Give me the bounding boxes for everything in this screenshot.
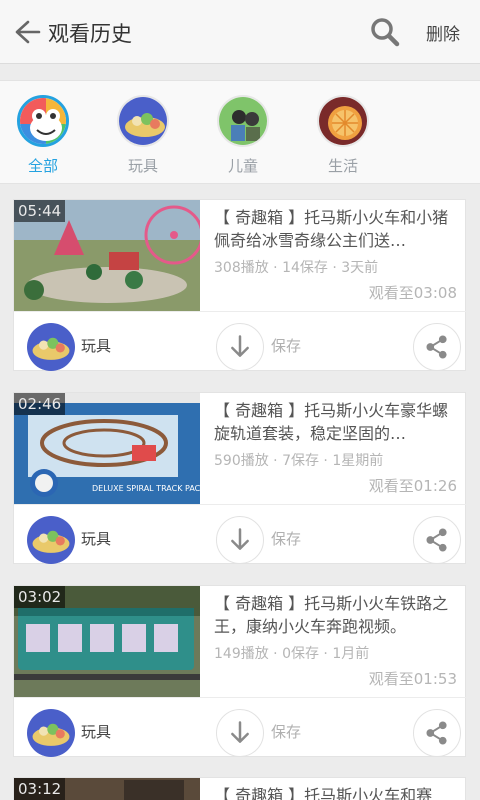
delete-button[interactable]: 删除 bbox=[426, 20, 460, 45]
video-meta: 149播放 · 0保存 · 1月前 bbox=[214, 646, 370, 662]
video-card[interactable]: 03:02 【 奇趣箱 】托马斯小火车铁路之王，康纳小火车奔跑视频。 149播放… bbox=[13, 585, 467, 757]
category-kids[interactable]: 儿童 bbox=[208, 95, 278, 175]
download-button[interactable] bbox=[216, 709, 264, 757]
video-thumbnail[interactable]: DELUXE SPIRAL TRACK PACK 02:46 bbox=[14, 393, 200, 504]
category-all-icon bbox=[17, 95, 69, 147]
search-icon bbox=[371, 18, 400, 47]
search-button[interactable] bbox=[364, 14, 404, 50]
video-card[interactable]: DELUXE SPIRAL TRACK PACK 02:46 【 奇趣箱 】托马… bbox=[13, 392, 467, 564]
download-icon bbox=[231, 721, 249, 743]
video-title[interactable]: 【 奇趣箱 】托马斯小火车铁路之王，康纳小火车奔跑视频。 bbox=[214, 592, 460, 638]
watch-progress: 观看至01:26 bbox=[368, 477, 457, 495]
video-duration: 05:44 bbox=[14, 200, 66, 222]
category-toys-icon bbox=[117, 95, 169, 147]
video-meta: 308播放 · 14保存 · 3天前 bbox=[214, 260, 379, 276]
download-icon bbox=[231, 528, 249, 550]
category-filter-bar: 全部 玩具 儿童 生活 bbox=[0, 80, 480, 184]
category-label: 生活 bbox=[327, 157, 358, 175]
back-button[interactable] bbox=[8, 14, 44, 50]
share-button[interactable] bbox=[413, 323, 461, 371]
card-divider bbox=[14, 311, 467, 312]
toy-channel-icon bbox=[27, 709, 75, 757]
video-card[interactable]: 03:12 【 奇趣箱 】托马斯小火车和赛 bbox=[13, 777, 466, 800]
video-title[interactable]: 【 奇趣箱 】托马斯小火车豪华螺旋轨道套装，稳定坚固的… bbox=[214, 399, 460, 445]
channel-avatar[interactable] bbox=[27, 709, 75, 757]
save-label[interactable]: 保存 bbox=[271, 721, 301, 742]
card-divider bbox=[14, 697, 467, 698]
share-button[interactable] bbox=[413, 516, 461, 564]
download-button[interactable] bbox=[216, 323, 264, 371]
category-label: 全部 bbox=[27, 157, 58, 175]
video-thumbnail[interactable]: 03:12 bbox=[14, 778, 200, 800]
channel-avatar[interactable] bbox=[27, 323, 75, 371]
app-header: 观看历史 删除 bbox=[0, 0, 480, 64]
watch-progress: 观看至01:53 bbox=[368, 670, 457, 688]
category-life-icon bbox=[317, 95, 369, 147]
thumbnail-text: DELUXE SPIRAL TRACK PACK bbox=[92, 484, 200, 493]
video-card[interactable]: 05:44 【 奇趣箱 】托马斯小火车和小猪佩奇给冰雪奇缘公主们送… 308播放… bbox=[13, 199, 467, 371]
category-label: 儿童 bbox=[227, 157, 258, 175]
video-duration: 03:02 bbox=[14, 586, 66, 608]
video-meta: 590播放 · 7保存 · 1星期前 bbox=[214, 453, 384, 469]
video-duration: 03:12 bbox=[14, 778, 66, 800]
category-kids-icon bbox=[217, 95, 269, 147]
share-icon bbox=[426, 335, 447, 359]
channel-name[interactable]: 玩具 bbox=[81, 721, 111, 742]
save-label[interactable]: 保存 bbox=[271, 335, 301, 356]
channel-name[interactable]: 玩具 bbox=[81, 335, 111, 356]
category-life[interactable]: 生活 bbox=[308, 95, 378, 175]
channel-avatar[interactable] bbox=[27, 516, 75, 564]
download-icon bbox=[231, 335, 249, 357]
video-duration: 02:46 bbox=[14, 393, 66, 415]
video-title[interactable]: 【 奇趣箱 】托马斯小火车和小猪佩奇给冰雪奇缘公主们送… bbox=[214, 206, 460, 252]
toy-channel-icon bbox=[27, 323, 75, 371]
channel-name[interactable]: 玩具 bbox=[81, 528, 111, 549]
video-thumbnail[interactable]: 03:02 bbox=[14, 586, 200, 697]
back-arrow-icon bbox=[15, 20, 41, 44]
share-icon bbox=[426, 528, 447, 552]
category-label: 玩具 bbox=[127, 157, 158, 175]
card-divider bbox=[14, 504, 467, 505]
watch-progress: 观看至03:08 bbox=[368, 284, 457, 302]
video-title[interactable]: 【 奇趣箱 】托马斯小火车和赛 bbox=[214, 784, 460, 800]
category-all[interactable]: 全部 bbox=[8, 95, 78, 175]
video-thumbnail[interactable]: 05:44 bbox=[14, 200, 200, 311]
save-label[interactable]: 保存 bbox=[271, 528, 301, 549]
page-title: 观看历史 bbox=[48, 22, 132, 46]
toy-channel-icon bbox=[27, 516, 75, 564]
share-button[interactable] bbox=[413, 709, 461, 757]
share-icon bbox=[426, 721, 447, 745]
category-toys[interactable]: 玩具 bbox=[108, 95, 178, 175]
download-button[interactable] bbox=[216, 516, 264, 564]
